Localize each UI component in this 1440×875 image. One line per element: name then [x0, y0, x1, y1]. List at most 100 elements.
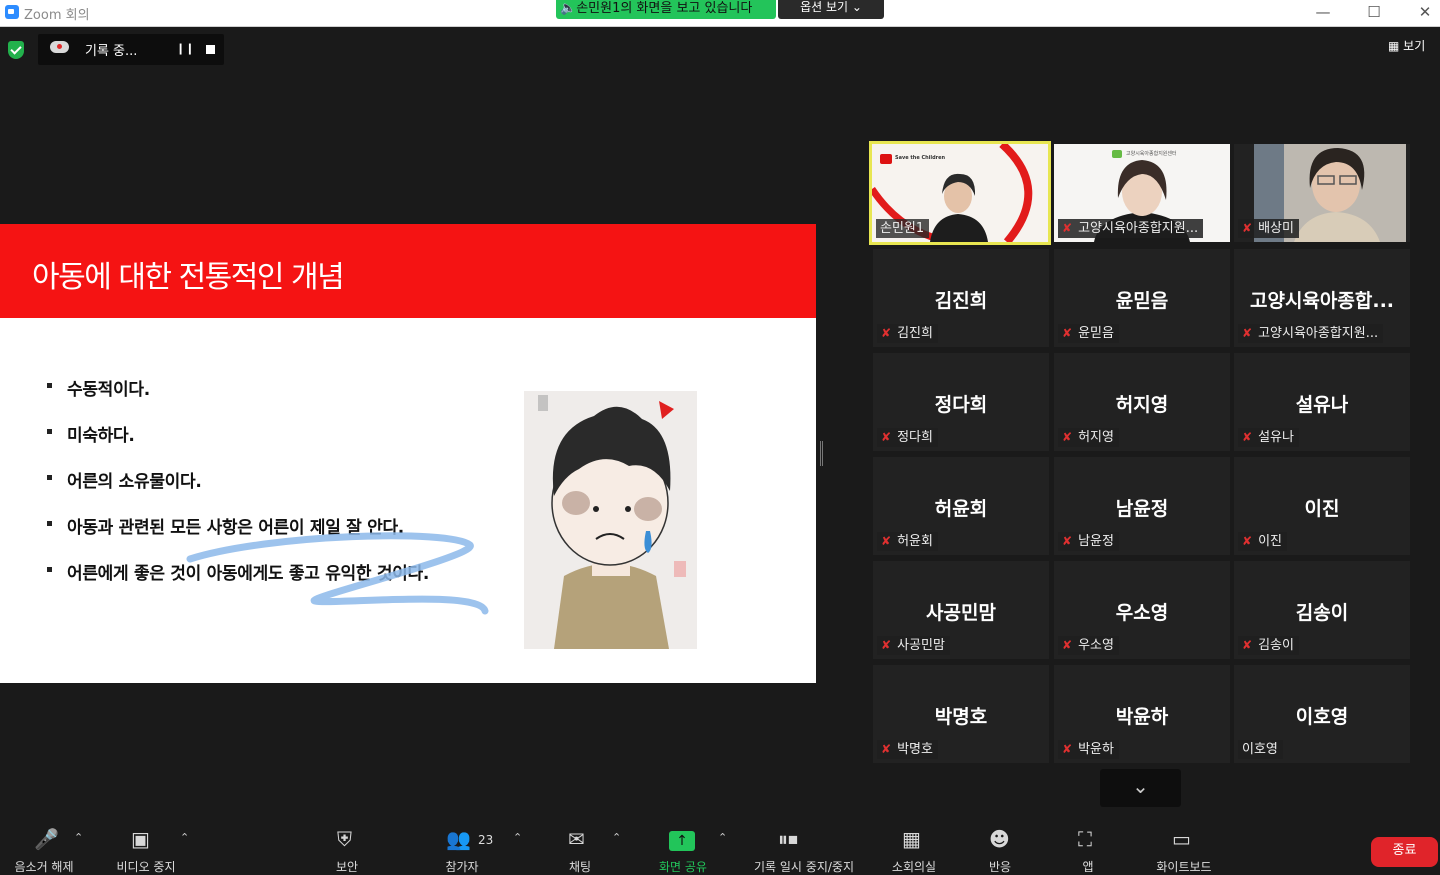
- encryption-shield-icon[interactable]: [8, 41, 24, 59]
- participant-display-name: 김진희: [934, 290, 988, 312]
- chat-bubble-icon: ✉: [568, 827, 585, 851]
- shared-slide: 아동에 대한 전통적인 개념 수동적이다. 미숙하다. 어른의 소유물이다. 아…: [0, 224, 816, 683]
- participant-tile[interactable]: 박윤하 ✘ 박윤하: [1054, 665, 1230, 763]
- apps-label: 앱: [1082, 860, 1094, 874]
- participant-tile[interactable]: 사공민맘 ✘ 사공민맘: [873, 561, 1049, 659]
- stop-video-label: 비디오 중지: [116, 860, 176, 874]
- reactions-button[interactable]: ☻ 반응: [980, 815, 1020, 874]
- participant-tile[interactable]: 허윤회 ✘ 허윤회: [873, 457, 1049, 555]
- participant-name: 이호영: [1242, 742, 1278, 757]
- participants-label: 참가자: [445, 860, 479, 874]
- participant-tile[interactable]: 정다희 ✘ 정다희: [873, 353, 1049, 451]
- share-screen-button[interactable]: ↑ ⌃ 화면 공유: [648, 815, 732, 874]
- muted-mic-icon: ✘: [1062, 742, 1073, 756]
- participant-tile[interactable]: 김송이 ✘ 김송이: [1234, 561, 1410, 659]
- participant-tile[interactable]: 이호영 이호영: [1234, 665, 1410, 763]
- panel-resize-handle[interactable]: [820, 441, 823, 466]
- breakout-grid-icon: ▦: [902, 827, 921, 851]
- participant-nametag: ✘ 김진희: [877, 324, 938, 343]
- participant-nametag: ✘ 남윤정: [1058, 532, 1119, 551]
- minimize-icon[interactable]: —: [1303, 1, 1343, 25]
- screen-share-banner: 🔈손민원1의 화면을 보고 있습니다: [556, 0, 776, 19]
- apps-button[interactable]: ⛶ 앱: [1068, 815, 1108, 874]
- whiteboard-icon: ▭: [1172, 827, 1191, 851]
- maximize-icon[interactable]: ☐: [1354, 1, 1394, 25]
- participant-display-name: 남윤정: [1115, 498, 1169, 520]
- chevron-down-icon: ⌄: [1132, 774, 1149, 798]
- close-icon[interactable]: ✕: [1405, 1, 1440, 25]
- participant-tile[interactable]: 윤믿음 ✘ 윤믿음: [1054, 249, 1230, 347]
- participant-name: 김진희: [897, 326, 933, 341]
- share-banner-text: 손민원1의 화면을 보고 있습니다: [576, 1, 753, 16]
- participant-nametag: ✘ 허지영: [1058, 428, 1119, 447]
- participant-tile[interactable]: 허지영 ✘ 허지영: [1054, 353, 1230, 451]
- participant-name: 우소영: [1078, 638, 1114, 653]
- gallery-next-page-button[interactable]: ⌄: [1100, 769, 1181, 807]
- muted-mic-icon: ✘: [881, 430, 892, 444]
- participant-tile[interactable]: 이진 ✘ 이진: [1234, 457, 1410, 555]
- chevron-up-icon[interactable]: ⌃: [74, 831, 83, 844]
- slide-title: 아동에 대한 전통적인 개념: [32, 260, 345, 295]
- reactions-label: 반응: [988, 860, 1012, 874]
- chevron-up-icon[interactable]: ⌃: [513, 831, 522, 844]
- muted-mic-icon: ✘: [1062, 326, 1073, 340]
- participant-name: 고양시육아종합지원...: [1078, 221, 1199, 236]
- participant-tile[interactable]: 고양시육아종합... ✘ 고양시육아종합지원...: [1234, 249, 1410, 347]
- chevron-up-icon[interactable]: ⌃: [718, 831, 727, 844]
- participant-display-name: 설유나: [1295, 394, 1349, 416]
- stop-video-button[interactable]: ▣ ⌃ 비디오 중지: [105, 815, 189, 874]
- muted-mic-icon: ✘: [1242, 534, 1253, 548]
- pause-recording-icon[interactable]: ❙❙: [176, 42, 194, 56]
- slide-bullet: 수동적이다.: [47, 375, 429, 421]
- participant-tile[interactable]: 남윤정 ✘ 남윤정: [1054, 457, 1230, 555]
- participant-name: 박명호: [897, 742, 933, 757]
- participant-display-name: 윤믿음: [1115, 290, 1169, 312]
- video-tile-speaker[interactable]: Save the Children 손민원1: [869, 141, 1051, 245]
- participant-name: 허윤회: [897, 534, 933, 549]
- participant-nametag: ✘ 김송이: [1238, 636, 1299, 655]
- unmute-label: 음소거 해제: [14, 860, 74, 874]
- slide-bullet: 미숙하다.: [47, 421, 429, 467]
- participant-display-name: 정다희: [934, 394, 988, 416]
- chevron-up-icon[interactable]: ⌃: [180, 831, 189, 844]
- unmute-button[interactable]: 🎤 ⌃ 음소거 해제: [4, 815, 84, 874]
- participant-name: 정다희: [897, 430, 933, 445]
- participant-tile[interactable]: 우소영 ✘ 우소영: [1054, 561, 1230, 659]
- participant-display-name: 이진: [1304, 498, 1340, 520]
- security-button[interactable]: ⛨ 보안: [325, 815, 369, 874]
- muted-mic-icon: ✘: [1062, 534, 1073, 548]
- participants-count: 23: [478, 833, 494, 847]
- view-button[interactable]: ▦ 보기: [1388, 36, 1438, 56]
- video-tile[interactable]: ✘ 배상미: [1234, 144, 1410, 242]
- slide-header: 아동에 대한 전통적인 개념: [0, 224, 816, 318]
- video-camera-icon: ▣: [131, 827, 150, 851]
- breakout-rooms-button[interactable]: ▦ 소회의실: [884, 815, 944, 874]
- chat-label: 채팅: [568, 860, 592, 874]
- participant-name: 김송이: [1258, 638, 1294, 653]
- muted-mic-icon: ✘: [1242, 638, 1253, 652]
- participant-nametag: ✘ 고양시육아종합지원...: [1058, 219, 1204, 238]
- muted-mic-icon: ✘: [1242, 430, 1253, 444]
- record-controls-button[interactable]: ⏸⏹ 기록 일시 중지/중지: [744, 815, 864, 874]
- participant-display-name: 이호영: [1295, 706, 1349, 728]
- end-meeting-button[interactable]: 종료: [1371, 837, 1438, 867]
- recording-panel: 기록 중... ❙❙: [38, 34, 224, 65]
- muted-mic-icon: ✘: [1062, 430, 1073, 444]
- participant-nametag: ✘ 허윤회: [877, 532, 938, 551]
- pause-stop-icon: ⏸⏹: [778, 827, 798, 851]
- chat-button[interactable]: ✉ ⌃ 채팅: [558, 815, 622, 874]
- stop-recording-icon[interactable]: [206, 45, 215, 54]
- participant-tile[interactable]: 박명호 ✘ 박명호: [873, 665, 1049, 763]
- grid-icon: ▦: [1388, 39, 1400, 53]
- video-tile[interactable]: 고양시육아종합지원센터 ✘ 고양시육아종합지원...: [1054, 144, 1230, 242]
- participant-display-name: 허지영: [1115, 394, 1169, 416]
- chevron-up-icon[interactable]: ⌃: [612, 831, 621, 844]
- participant-tile[interactable]: 김진희 ✘ 김진희: [873, 249, 1049, 347]
- muted-mic-icon: ✘: [881, 742, 892, 756]
- record-label: 기록 일시 중지/중지: [754, 860, 854, 874]
- participant-name: 고양시육아종합지원...: [1258, 326, 1379, 341]
- whiteboard-button[interactable]: ▭ 화이트보드: [1148, 815, 1220, 874]
- participants-button[interactable]: 👥 23 ⌃ 참가자: [434, 815, 522, 874]
- participant-tile[interactable]: 설유나 ✘ 설유나: [1234, 353, 1410, 451]
- view-options-button[interactable]: 옵션 보기 ⌄: [778, 0, 884, 19]
